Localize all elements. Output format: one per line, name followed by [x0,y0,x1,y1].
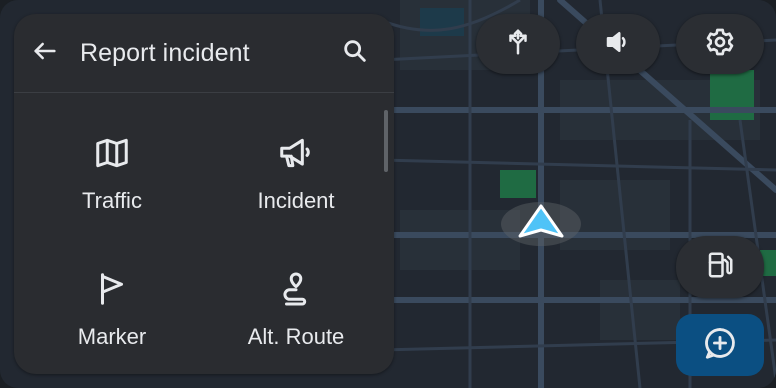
tile-incident[interactable]: Incident [206,113,386,233]
panel-scrollbar[interactable] [384,110,388,172]
tile-label: Traffic [82,188,142,213]
gas-stations-button[interactable] [676,236,764,298]
page-title: Report incident [80,39,250,67]
settings-button[interactable] [676,14,764,74]
volume-icon [603,27,633,62]
route-icon [276,269,316,309]
tile-alt-route[interactable]: Alt. Route [206,249,386,369]
alternate-routes-button[interactable] [476,14,560,74]
megaphone-icon [276,133,316,173]
sound-button[interactable] [576,14,660,74]
tile-label: Marker [77,324,147,349]
android-auto-screen: Report incident Traffic Incident Marker … [0,0,776,388]
chat-add-icon [701,324,739,367]
report-options-grid: Traffic Incident Marker Alt. Route [14,93,394,374]
search-icon [341,37,369,70]
fuel-pump-icon [705,250,735,285]
fork-arrows-icon [503,27,533,62]
back-button[interactable] [28,36,62,70]
assistant-chat-button[interactable] [676,314,764,376]
map-icon [92,133,132,173]
tile-traffic[interactable]: Traffic [22,113,202,233]
gear-icon [704,26,736,63]
arrow-back-icon [31,37,59,70]
report-incident-panel: Report incident Traffic Incident Marker … [14,14,394,374]
tile-label: Incident [257,188,335,213]
flag-icon [92,269,132,309]
search-button[interactable] [338,36,372,70]
tile-label: Alt. Route [247,324,345,349]
tile-marker[interactable]: Marker [22,249,202,369]
panel-header: Report incident [14,14,394,93]
